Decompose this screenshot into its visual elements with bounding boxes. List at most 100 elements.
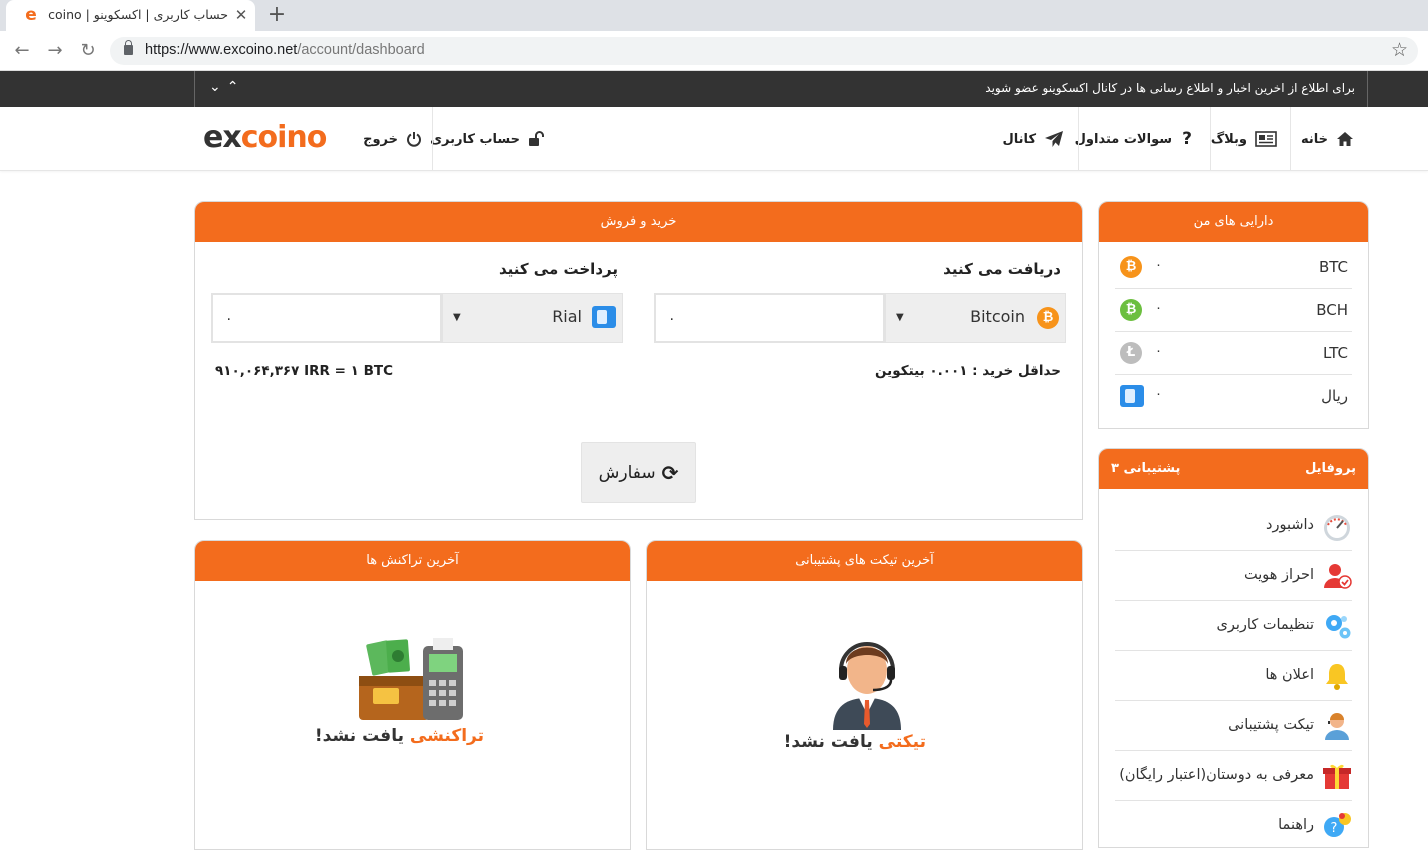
chevron-down-icon: ▼ (896, 312, 904, 323)
notice-text[interactable]: برای اطلاع از اخرین اخبار و اطلاع رسانی … (985, 81, 1355, 95)
tab-close-icon[interactable]: ✕ (232, 6, 250, 24)
question-icon: ? (1182, 129, 1192, 149)
help-phone-icon: ? (1324, 813, 1351, 837)
chevron-down-icon: ▼ (453, 312, 461, 323)
nav-blog-label: وبلاگ (1210, 131, 1247, 147)
excoino-logo[interactable]: excoino (203, 120, 327, 155)
nav-blog[interactable]: وبلاگ (1211, 107, 1277, 171)
asset-symbol: BCH (1316, 301, 1348, 319)
user-verify-icon (1324, 564, 1352, 589)
nav-channel[interactable]: کانال (1003, 107, 1064, 171)
url-bar[interactable]: https://www.excoino.net/account/dashboar… (110, 37, 1418, 65)
nav-faq[interactable]: ? سوالات متداول (1075, 107, 1194, 171)
nav-logout[interactable]: خروج (363, 107, 422, 171)
bitcoin-cash-icon: ₿ (1120, 299, 1142, 321)
menu-verification[interactable]: احراز هویت (1115, 551, 1352, 601)
receive-title: دریافت می کنید (943, 260, 1061, 278)
power-icon (407, 132, 421, 147)
no-transactions-text: تراکنشی یافت نشد! (314, 726, 484, 746)
asset-value: ۰ (1155, 301, 1162, 316)
asset-value: ۰ (1155, 387, 1162, 402)
profile-title: پروفایل (1305, 461, 1356, 476)
bookmark-star-icon[interactable]: ☆ (1391, 39, 1408, 61)
litecoin-icon: Ł (1120, 342, 1142, 364)
exchange-rate-text: ۹۱۰,۰۶۴,۳۶۷ IRR = ۱ BTC (215, 363, 393, 379)
order-button[interactable]: ⟳ سفارش (581, 442, 696, 503)
menu-dashboard[interactable]: داشبورد (1115, 501, 1352, 551)
rial-card-icon (1120, 385, 1144, 407)
gift-icon (1323, 764, 1351, 789)
pay-currency-label: Rial (552, 307, 582, 326)
browser-tab[interactable]: e حساب کاربری | اکسکوینو | excoino ✕ (6, 0, 255, 31)
wallet-pos-illustration-icon (359, 638, 463, 720)
pay-amount-input[interactable]: ۰ (211, 293, 442, 343)
excoino-favicon-icon: e (25, 5, 37, 25)
receive-amount-input[interactable]: ۰ (654, 293, 885, 343)
notice-bar: ⌄⌃ برای اطلاع از اخرین اخبار و اطلاع رسا… (0, 71, 1428, 107)
lock-icon (124, 40, 133, 55)
home-icon (1337, 132, 1353, 146)
gears-icon (1326, 615, 1351, 639)
menu-label: اعلان ها (1265, 667, 1314, 683)
refresh-icon: ⟳ (661, 460, 679, 485)
menu-label: تنظیمات کاربری (1216, 617, 1314, 633)
menu-support-ticket[interactable]: تیکت پشتیبانی (1115, 701, 1352, 751)
asset-row-ltc: LTC ۰ Ł (1115, 332, 1352, 375)
nav-channel-label: کانال (1002, 131, 1036, 147)
tickets-panel-title: آخرین تیکت های پشتیبانی (647, 541, 1082, 581)
browser-toolbar: ← → ↻ https://www.excoino.net/account/da… (0, 31, 1428, 71)
menu-label: معرفی به دوستان(اعتبار رایگان) (1119, 767, 1314, 783)
pay-currency-select[interactable]: ▼ Rial (442, 293, 623, 343)
menu-settings[interactable]: تنظیمات کاربری (1115, 601, 1352, 651)
menu-label: تیکت پشتیبانی (1228, 717, 1314, 733)
tab-title: حساب کاربری | اکسکوینو | excoino (48, 7, 228, 22)
asset-row-rial: ریال ۰ (1115, 375, 1352, 418)
asset-value: ۰ (1155, 344, 1162, 359)
bitcoin-icon: ₿ (1120, 256, 1142, 278)
unlock-icon (529, 131, 544, 146)
nav-account[interactable]: حساب کاربری (430, 107, 546, 171)
support-agent-illustration-icon (833, 642, 901, 730)
svg-text:?: ? (1331, 821, 1338, 836)
asset-row-bch: BCH ۰ ₿ (1115, 289, 1352, 332)
url-host: https://www.excoino.net (145, 42, 298, 58)
new-tab-icon[interactable]: + (266, 4, 288, 26)
paper-plane-icon (1045, 131, 1063, 147)
asset-symbol: LTC (1322, 344, 1348, 362)
url-path: /account/dashboard (297, 42, 425, 58)
no-tickets-text: تیکتی یافت نشد! (783, 732, 926, 752)
reload-icon[interactable]: ↻ (77, 40, 99, 62)
bitcoin-icon: ₿ (1037, 307, 1059, 329)
forward-arrow-icon[interactable]: → (44, 40, 66, 62)
transactions-panel-title: آخرین تراکنش ها (195, 541, 630, 581)
menu-label: داشبورد (1266, 517, 1314, 533)
back-arrow-icon[interactable]: ← (11, 40, 33, 62)
pay-title: پرداخت می کنید (498, 260, 618, 278)
rial-card-icon (592, 306, 616, 328)
receive-currency-select[interactable]: ▼ Bitcoin ₿ (885, 293, 1066, 343)
menu-label: احراز هویت (1243, 567, 1314, 583)
asset-symbol: BTC (1318, 258, 1348, 276)
nav-logout-label: خروج (363, 131, 398, 147)
menu-notifications[interactable]: اعلان ها (1115, 651, 1352, 701)
trade-panel-title: خرید و فروش (195, 202, 1082, 242)
min-purchase-text: حداقل خرید : ۰.۰۰۱ بیتکوین (875, 363, 1061, 379)
menu-referral[interactable]: معرفی به دوستان(اعتبار رایگان) (1115, 751, 1352, 801)
support-count[interactable]: پشتیبانی ۳ (1111, 449, 1180, 489)
bell-icon (1326, 664, 1348, 690)
asset-symbol: ریال (1321, 387, 1348, 405)
nav-faq-label: سوالات متداول (1074, 131, 1172, 147)
newspaper-icon (1255, 131, 1277, 147)
collapse-chevrons-icon[interactable]: ⌄⌃ (209, 79, 244, 95)
support-agent-icon (1325, 713, 1349, 740)
order-button-label: سفارش (598, 462, 656, 483)
assets-panel-title: دارایی های من (1099, 202, 1368, 242)
nav-home[interactable]: خانه (1301, 107, 1354, 171)
nav-account-label: حساب کاربری (430, 131, 520, 147)
nav-home-label: خانه (1300, 131, 1328, 147)
receive-currency-label: Bitcoin (970, 307, 1025, 326)
asset-value: ۰ (1155, 258, 1162, 273)
browser-tabstrip: e حساب کاربری | اکسکوینو | excoino ✕ + (0, 0, 1428, 31)
menu-help[interactable]: ? راهنما (1115, 801, 1352, 851)
asset-row-btc: BTC ۰ ₿ (1115, 246, 1352, 289)
